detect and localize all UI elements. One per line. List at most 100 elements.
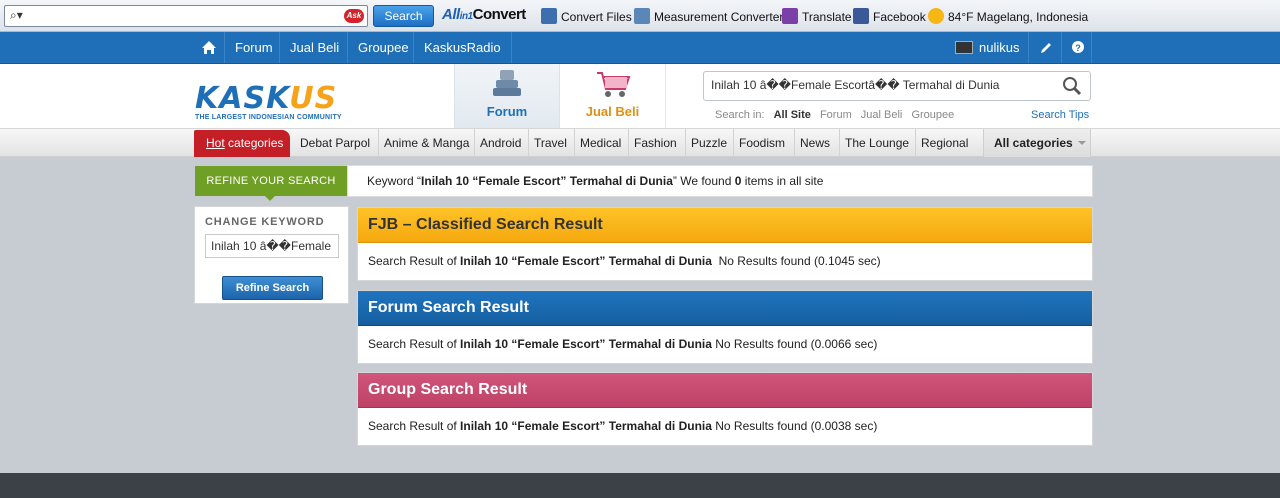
help-icon: ? [1072,41,1084,53]
toolbar-item-label: Convert Files [561,10,632,24]
cart-icon [596,72,630,97]
category-item[interactable]: Medical [574,129,626,157]
result-keyword: Inilah 10 “Female Escort” Termahal di Du… [460,337,712,351]
category-item[interactable]: The Lounge [839,129,914,157]
result-prefix: Search Result of [368,337,461,351]
summary-prefix: Keyword “ [367,174,422,188]
top-nav: Forum Jual Beli Groupee KaskusRadio nuli… [0,32,1280,64]
toolbar-facebook[interactable]: Facebook [853,8,926,24]
result-keyword: Inilah 10 “Female Escort” Termahal di Du… [460,254,712,268]
toolbar-item-label: 84°F Magelang, Indonesia [948,10,1089,24]
category-item[interactable]: Android [474,129,526,157]
main-search-box[interactable] [703,71,1091,101]
summary-suffix: items in all site [741,174,824,188]
scope-forum[interactable]: Forum [820,109,852,121]
fjb-result-panel: FJB – Classified Search Result Search Re… [357,207,1093,281]
panel-title: FJB – Classified Search Result [358,208,1092,243]
keyword-summary: Keyword “Inilah 10 “Female Escort” Terma… [347,165,1093,197]
home-button[interactable] [194,32,224,63]
refine-keyword-input[interactable] [205,234,339,258]
toolbar-item-label: Facebook [873,10,926,24]
toolbar-convert-files[interactable]: Convert Files [541,8,632,24]
forum-result-panel: Forum Search Result Search Result of Ini… [357,290,1093,364]
result-prefix: Search Result of [368,254,461,268]
toolbar-measurement-converter[interactable]: Measurement Converter [634,8,783,24]
panel-body: Search Result of Inilah 10 “Female Escor… [358,326,1092,363]
nav-forum[interactable]: Forum [224,32,283,63]
svg-text:?: ? [1075,43,1081,53]
search-icon: ⌕▾ [10,8,23,22]
logo-tagline: THE LARGEST INDONESIAN COMMUNITY [195,114,342,121]
pencil-icon [1041,43,1051,53]
footer [0,473,1280,498]
home-icon [202,41,216,54]
category-item[interactable]: Foodism [733,129,790,157]
toolbar-weather[interactable]: 84°F Magelang, Indonesia [928,8,1088,24]
translate-icon [782,8,798,24]
hot-categories-tab[interactable]: Hot categories [194,130,290,157]
tab-jual-beli-label: Jual Beli [585,104,640,119]
nav-groupee[interactable]: Groupee [347,32,419,63]
search-icon[interactable] [1062,76,1082,96]
category-item[interactable]: Regional [915,129,973,157]
search-tips-link[interactable]: Search Tips [1031,109,1089,121]
allinone-convert-link[interactable]: Allin1Convert [442,6,526,23]
search-in-label: Search in: [715,109,765,121]
nav-jual-beli[interactable]: Jual Beli [279,32,349,63]
panel-body: Search Result of Inilah 10 “Female Escor… [358,243,1092,280]
toolbar-item-label: Translate [802,10,852,24]
panel-body: Search Result of Inilah 10 “Female Escor… [358,408,1092,445]
search-scope: Search in: All Site Forum Jual Beli Grou… [715,109,960,121]
change-keyword-title: CHANGE KEYWORD [205,216,325,228]
result-status: No Results found (0.0038 sec) [711,419,878,433]
edit-button[interactable] [1028,32,1061,63]
kaskus-logo[interactable]: KASKUS THE LARGEST INDONESIAN COMMUNITY [195,81,342,121]
tab-forum-label: Forum [486,104,528,119]
site-header: KASKUS THE LARGEST INDONESIAN COMMUNITY … [0,64,1280,128]
category-item[interactable]: Debat Parpol [295,129,375,157]
allinone-mid: in1 [459,11,473,22]
toolbar-translate[interactable]: Translate [782,8,852,24]
nav-kaskusradio[interactable]: KaskusRadio [413,32,512,63]
category-item[interactable]: Travel [528,129,572,157]
scope-all-site[interactable]: All Site [774,109,811,121]
measurement-icon [634,8,650,24]
refine-search-badge: REFINE YOUR SEARCH [195,166,347,201]
result-prefix: Search Result of [368,419,461,433]
convert-files-icon [541,8,557,24]
help-button[interactable]: ? [1061,32,1092,63]
weather-icon [928,8,944,24]
logo-word-b: US [289,81,338,116]
scope-groupee[interactable]: Groupee [911,109,954,121]
all-categories-dropdown[interactable]: All categories [983,129,1091,157]
result-keyword: Inilah 10 “Female Escort” Termahal di Du… [460,419,712,433]
panel-title: Group Search Result [358,373,1092,408]
toolbar-item-label: Measurement Converter [654,10,784,24]
change-keyword-panel: CHANGE KEYWORD Refine Search [194,206,349,304]
toolbar-search-input[interactable]: ⌕▾ Ask [4,5,368,27]
logo-wordmark: KASKUS [195,81,342,116]
summary-keyword: Inilah 10 “Female Escort” Termahal di Du… [421,174,673,188]
scope-jual-beli[interactable]: Jual Beli [861,109,903,121]
avatar [955,41,973,54]
panel-title: Forum Search Result [358,291,1092,326]
browser-toolbar: ⌕▾ Ask Search Allin1Convert Convert File… [0,0,1280,32]
category-bar: Hot categories Debat Parpol Anime & Mang… [0,128,1280,157]
tab-jual-beli[interactable]: Jual Beli [560,64,666,128]
main-search-input[interactable] [711,78,1051,92]
category-item[interactable]: News [794,129,835,157]
category-item[interactable]: Fashion [628,129,682,157]
forum-icon [493,70,521,96]
category-item[interactable]: Anime & Manga [378,129,474,157]
user-menu[interactable]: nulikus [945,32,1029,63]
summary-middle: ” We found [672,174,735,188]
allinone-suffix: Convert [472,6,527,23]
refine-search-button[interactable]: Refine Search [222,276,323,300]
tab-forum[interactable]: Forum [454,64,560,128]
group-result-panel: Group Search Result Search Result of Ini… [357,372,1093,446]
result-status: No Results found (0.1045 sec) [711,254,881,268]
toolbar-search-button[interactable]: Search [373,5,434,27]
category-item[interactable]: Puzzle [685,129,732,157]
facebook-icon [853,8,869,24]
hot-label-rest: categories [224,136,284,150]
